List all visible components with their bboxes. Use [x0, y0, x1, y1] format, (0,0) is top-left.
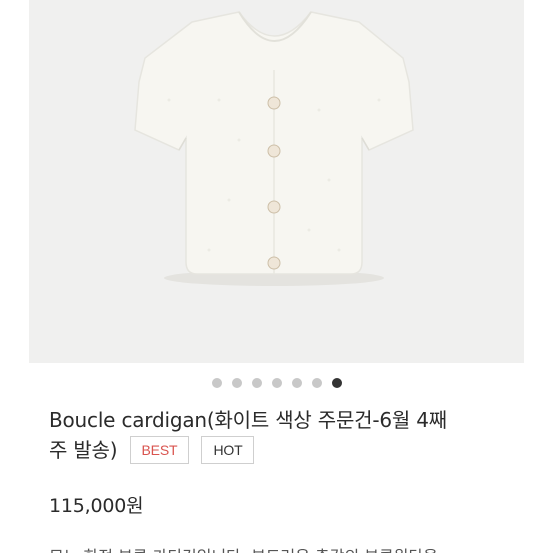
best-badge: BEST: [129, 435, 190, 464]
product-title-line1: Boucle cardigan(화이트 색상 주문건-6월 4째: [49, 408, 447, 432]
product-title-line2: 주 발송): [49, 438, 118, 462]
product-price: 115,000원: [49, 495, 144, 517]
product-image[interactable]: [29, 0, 524, 363]
carousel-dot-6[interactable]: [311, 378, 322, 388]
carousel-dot-4[interactable]: [271, 378, 282, 388]
product-title-line2-row: 주 발송) BEST HOT: [49, 435, 519, 466]
hot-badge: HOT: [201, 435, 255, 464]
carousel-dot-7-active[interactable]: [331, 378, 342, 388]
carousel-dot-3[interactable]: [251, 378, 262, 388]
carousel-dots: [0, 377, 553, 389]
product-title: Boucle cardigan(화이트 색상 주문건-6월 4째 주 발송) B…: [49, 405, 519, 466]
carousel-dot-2[interactable]: [231, 378, 242, 388]
cardigan-illustration: [134, 11, 414, 286]
product-description-preview: 모노 한정 부클 가디건입니다. 부드러운 촉감의 부클원단을: [49, 543, 509, 553]
carousel-dot-5[interactable]: [291, 378, 302, 388]
carousel-dot-1[interactable]: [211, 378, 222, 388]
product-detail-page: Boucle cardigan(화이트 색상 주문건-6월 4째 주 발송) B…: [0, 0, 553, 553]
